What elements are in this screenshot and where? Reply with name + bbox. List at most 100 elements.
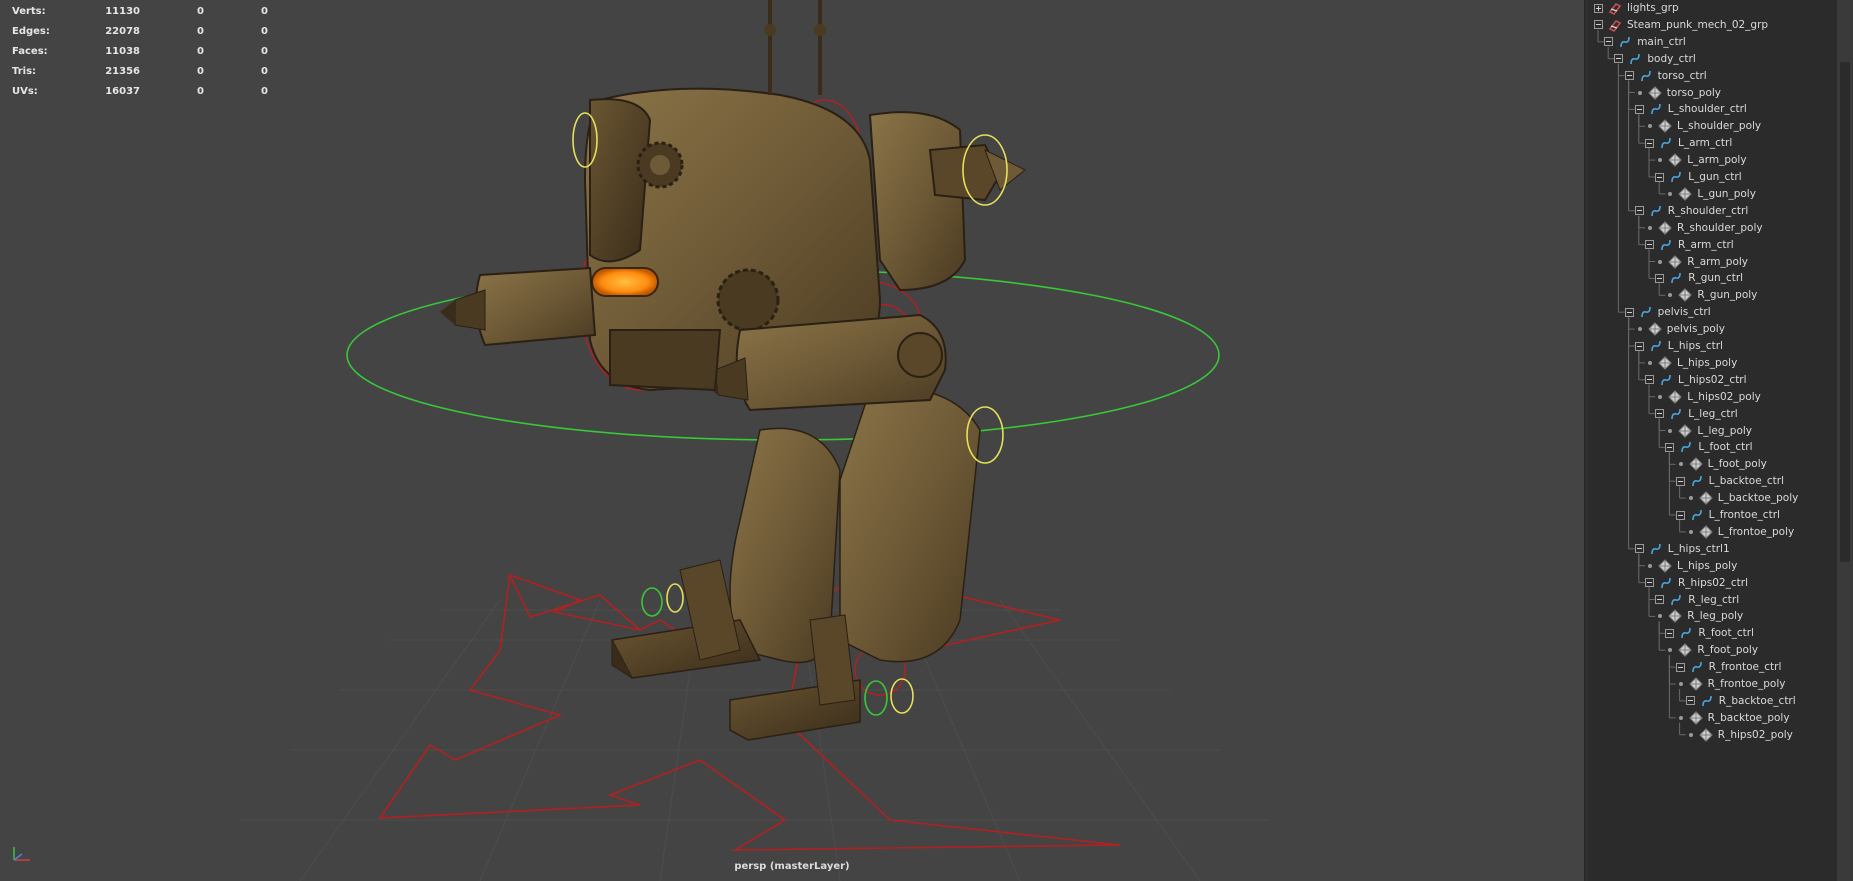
poly-mesh-icon bbox=[1658, 220, 1672, 235]
collapse-minus-icon[interactable] bbox=[1645, 240, 1654, 250]
nurbs-curve-icon bbox=[1649, 339, 1663, 353]
outliner-scroll-thumb[interactable] bbox=[1840, 62, 1850, 562]
collapse-minus-icon[interactable] bbox=[1645, 578, 1654, 588]
leaf-bullet-icon bbox=[1658, 614, 1663, 619]
poly-mesh-icon bbox=[1699, 727, 1713, 742]
collapse-minus-icon[interactable] bbox=[1604, 37, 1614, 47]
camera-label: persp (masterLayer) bbox=[734, 861, 850, 872]
nurbs-curve-icon bbox=[1639, 305, 1653, 319]
collapse-minus-icon[interactable] bbox=[1624, 71, 1634, 81]
poly-mesh-icon bbox=[1678, 187, 1693, 201]
hud-value: 22078 bbox=[105, 26, 140, 37]
outliner-item-label: R_hips02_poly bbox=[1717, 728, 1793, 741]
collapse-minus-icon[interactable] bbox=[1675, 510, 1685, 520]
hud-label: Tris: bbox=[12, 66, 37, 77]
poly-mesh-icon bbox=[1699, 491, 1713, 505]
leaf-bullet-icon bbox=[1688, 529, 1693, 534]
collapse-minus-icon[interactable] bbox=[1634, 104, 1644, 114]
poly-mesh-icon bbox=[1658, 558, 1672, 573]
collapse-minus-icon[interactable] bbox=[1655, 273, 1665, 283]
hud-value: 0 bbox=[261, 46, 268, 57]
hud-value: 21356 bbox=[105, 66, 140, 77]
outliner-panel[interactable]: lights_grp Steam_punk_mech_02_grp main_ctr… bbox=[1588, 0, 1853, 881]
nurbs-curve-icon bbox=[1659, 238, 1673, 252]
nurbs-curve-icon bbox=[1659, 373, 1673, 387]
collapse-minus-icon[interactable] bbox=[1645, 138, 1654, 148]
collapse-minus-icon[interactable] bbox=[1634, 341, 1644, 351]
leaf-bullet-icon bbox=[1668, 293, 1673, 298]
hud-label: UVs: bbox=[12, 86, 38, 97]
hud-value: 16037 bbox=[105, 86, 140, 97]
leaf-bullet-icon bbox=[1637, 327, 1642, 332]
poly-mesh-icon bbox=[1688, 711, 1703, 725]
collapse-minus-icon[interactable] bbox=[1675, 662, 1685, 672]
nurbs-curve-icon bbox=[1700, 694, 1714, 708]
hud-value: 0 bbox=[197, 86, 204, 97]
hud-value: 0 bbox=[197, 6, 204, 17]
viewport-scene[interactable] bbox=[0, 0, 1584, 881]
outliner-item-r-hips02-poly[interactable]: R_hips02_poly bbox=[1686, 725, 1793, 745]
leaf-bullet-icon bbox=[1648, 124, 1652, 129]
expand-plus-icon[interactable] bbox=[1594, 3, 1603, 13]
nurbs-curve-icon bbox=[1639, 69, 1653, 83]
leaf-bullet-icon bbox=[1648, 360, 1652, 365]
nurbs-curve-icon bbox=[1669, 271, 1683, 285]
collapse-minus-icon[interactable] bbox=[1594, 20, 1603, 30]
transform-group-icon bbox=[1608, 1, 1622, 15]
poly-mesh-icon bbox=[1678, 288, 1693, 303]
nurbs-curve-icon bbox=[1690, 474, 1704, 488]
leaf-bullet-icon bbox=[1678, 682, 1683, 686]
hud-label: Verts: bbox=[12, 6, 46, 17]
leaf-bullet-icon bbox=[1658, 259, 1663, 264]
hud-value: 11130 bbox=[105, 6, 140, 17]
collapse-minus-icon[interactable] bbox=[1665, 442, 1675, 452]
hud-value: 0 bbox=[197, 26, 204, 37]
hud-label: Faces: bbox=[12, 46, 48, 57]
nurbs-curve-icon bbox=[1659, 576, 1673, 590]
collapse-minus-icon[interactable] bbox=[1675, 476, 1685, 486]
3d-viewport[interactable]: Verts: 11130 0 0 Edges: 22078 0 0 Faces:… bbox=[0, 0, 1584, 881]
nurbs-curve-icon bbox=[1669, 170, 1683, 184]
nurbs-curve-icon bbox=[1679, 440, 1693, 454]
hud-value: 0 bbox=[261, 6, 268, 17]
poly-mesh-icon bbox=[1678, 643, 1693, 657]
collapse-minus-icon[interactable] bbox=[1665, 628, 1675, 638]
collapse-minus-icon[interactable] bbox=[1685, 696, 1695, 706]
outliner-scrollbar[interactable] bbox=[1837, 0, 1853, 881]
mech-body bbox=[440, 0, 1026, 412]
nurbs-curve-icon bbox=[1628, 52, 1642, 66]
hud-row-tris: Tris: 21356 0 0 bbox=[12, 62, 282, 82]
leaf-bullet-icon bbox=[1678, 715, 1683, 720]
collapse-minus-icon[interactable] bbox=[1655, 595, 1665, 604]
hud-value: 0 bbox=[261, 66, 268, 77]
nurbs-curve-icon bbox=[1649, 102, 1663, 116]
hud-value: 0 bbox=[261, 26, 268, 37]
poly-mesh-icon bbox=[1668, 389, 1682, 404]
collapse-minus-icon[interactable] bbox=[1614, 54, 1624, 64]
nurbs-curve-icon bbox=[1659, 136, 1673, 150]
poly-mesh-icon bbox=[1668, 254, 1682, 269]
leaf-bullet-icon bbox=[1678, 462, 1683, 467]
leaf-bullet-icon bbox=[1668, 428, 1673, 433]
collapse-minus-icon[interactable] bbox=[1655, 409, 1665, 419]
poly-mesh-icon bbox=[1668, 609, 1682, 624]
collapse-minus-icon[interactable] bbox=[1655, 172, 1665, 182]
collapse-minus-icon[interactable] bbox=[1645, 375, 1654, 385]
poly-count-hud: Verts: 11130 0 0 Edges: 22078 0 0 Faces:… bbox=[12, 2, 282, 102]
nurbs-curve-icon bbox=[1649, 542, 1663, 556]
hud-row-verts: Verts: 11130 0 0 bbox=[12, 2, 282, 22]
hud-value: 0 bbox=[197, 46, 204, 57]
collapse-minus-icon[interactable] bbox=[1624, 307, 1634, 317]
poly-mesh-icon bbox=[1688, 677, 1703, 691]
nurbs-curve-icon bbox=[1669, 593, 1683, 607]
collapse-minus-icon[interactable] bbox=[1634, 206, 1644, 216]
poly-mesh-icon bbox=[1688, 457, 1703, 472]
poly-mesh-icon bbox=[1658, 356, 1672, 370]
leaf-bullet-icon bbox=[1668, 648, 1673, 653]
poly-mesh-icon bbox=[1648, 322, 1662, 336]
nurbs-curve-icon bbox=[1690, 508, 1704, 522]
collapse-minus-icon[interactable] bbox=[1634, 544, 1644, 554]
poly-mesh-icon bbox=[1648, 85, 1662, 100]
leaf-bullet-icon bbox=[1658, 158, 1663, 163]
hud-row-uvs: UVs: 16037 0 0 bbox=[12, 82, 282, 102]
